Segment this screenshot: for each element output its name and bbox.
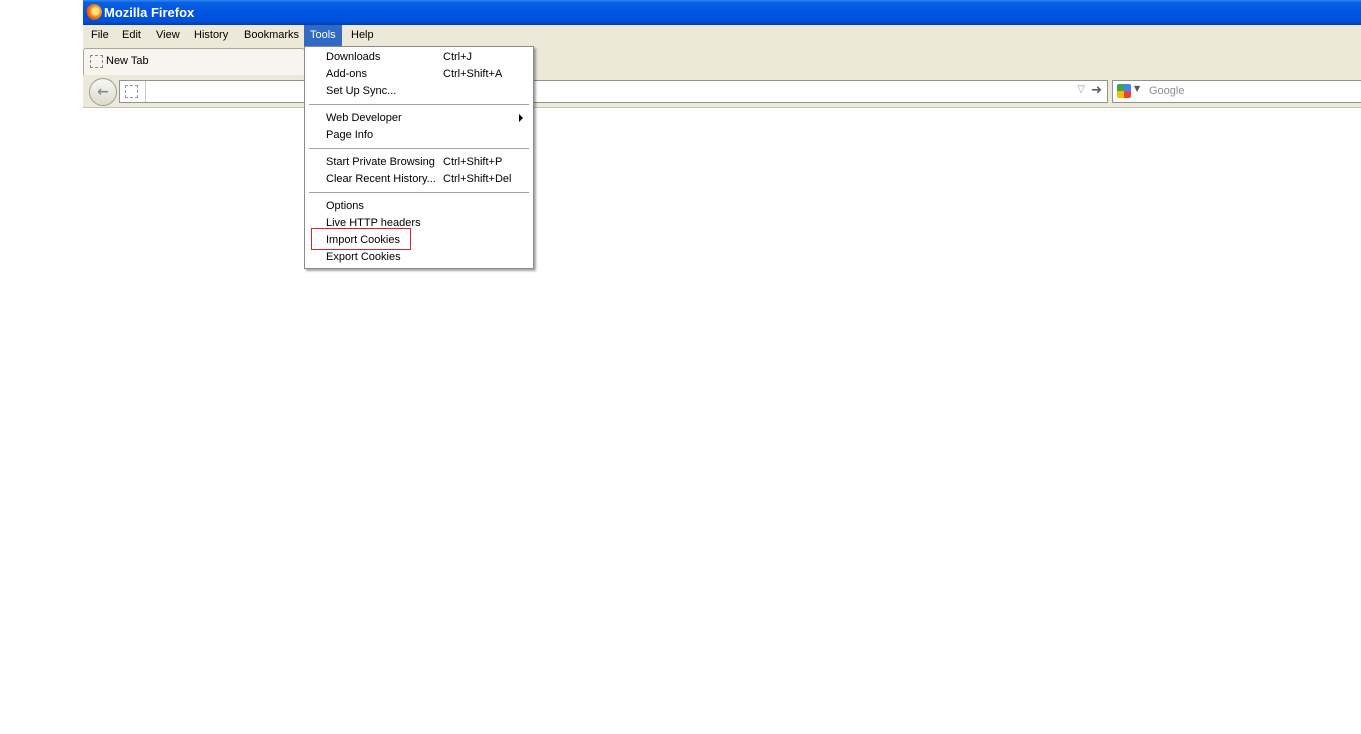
back-button[interactable]: ← bbox=[89, 78, 117, 106]
menu-item-label: Clear Recent History... bbox=[326, 173, 436, 185]
tab-strip: New Tab bbox=[83, 46, 1361, 76]
menu-item-import-cookies[interactable]: Import Cookies bbox=[305, 228, 533, 250]
window-title: Mozilla Firefox bbox=[104, 5, 195, 20]
menu-item-shortcut: Ctrl+Shift+P bbox=[443, 156, 503, 168]
back-arrow-icon: ← bbox=[97, 84, 109, 100]
menu-item-label: Web Developer bbox=[326, 112, 402, 124]
menu-edit[interactable]: Edit bbox=[116, 25, 147, 46]
search-placeholder: Google bbox=[1149, 85, 1185, 97]
menu-item-label: Options bbox=[326, 200, 364, 212]
menu-item-shortcut: Ctrl+Shift+A bbox=[443, 68, 503, 80]
search-bar[interactable]: ▼ Google bbox=[1112, 80, 1361, 103]
menu-item-shortcut: Ctrl+Shift+Del bbox=[443, 173, 512, 185]
menu-help[interactable]: Help bbox=[345, 25, 380, 46]
menu-tools[interactable]: Tools bbox=[304, 25, 342, 46]
menu-history[interactable]: History bbox=[188, 25, 234, 46]
title-bar: Mozilla Firefox bbox=[83, 0, 1361, 25]
menu-item-set-up-sync[interactable]: Set Up Sync... bbox=[305, 83, 533, 100]
url-separator bbox=[145, 81, 146, 102]
firefox-window: Mozilla Firefox File Edit View History B… bbox=[83, 0, 1361, 734]
menu-item-label: Export Cookies bbox=[326, 251, 401, 263]
menu-file[interactable]: File bbox=[85, 25, 115, 46]
menu-separator bbox=[309, 192, 529, 193]
menu-view[interactable]: View bbox=[150, 25, 186, 46]
menu-item-options[interactable]: Options bbox=[305, 198, 533, 215]
menu-item-web-developer[interactable]: Web Developer bbox=[305, 110, 533, 127]
tab-new-tab[interactable]: New Tab bbox=[83, 48, 305, 75]
menu-item-shortcut: Ctrl+J bbox=[443, 51, 473, 63]
menu-item-export-cookies[interactable]: Export Cookies bbox=[305, 249, 533, 266]
menu-item-add-ons[interactable]: Add-ons Ctrl+Shift+A bbox=[305, 66, 533, 83]
menu-item-label: Page Info bbox=[326, 129, 374, 141]
menu-item-start-private-browsing[interactable]: Start Private Browsing Ctrl+Shift+P bbox=[305, 154, 533, 171]
navigation-toolbar: ← ▽ ➜ ▼ Google bbox=[83, 75, 1361, 108]
menu-item-label: Downloads bbox=[326, 51, 381, 63]
page-icon bbox=[90, 55, 103, 68]
menu-item-label: Start Private Browsing bbox=[326, 156, 435, 168]
menu-bookmarks[interactable]: Bookmarks bbox=[238, 25, 305, 46]
site-identity-icon[interactable] bbox=[125, 85, 138, 98]
go-arrow-icon[interactable]: ➜ bbox=[1091, 83, 1102, 98]
tab-label: New Tab bbox=[106, 55, 149, 67]
tools-menu-dropdown: Downloads Ctrl+J Add-ons Ctrl+Shift+A Se… bbox=[304, 46, 534, 269]
submenu-arrow-icon bbox=[519, 114, 523, 122]
firefox-logo-icon bbox=[86, 4, 102, 20]
menu-item-clear-recent-history[interactable]: Clear Recent History... Ctrl+Shift+Del bbox=[305, 171, 533, 188]
dropdown-arrow-icon[interactable]: ▽ bbox=[1077, 84, 1085, 95]
search-engine-dropdown-icon[interactable]: ▼ bbox=[1134, 84, 1140, 93]
menu-bar: File Edit View History Bookmarks Tools H… bbox=[83, 25, 1361, 46]
url-bar[interactable]: ▽ ➜ bbox=[119, 80, 1108, 103]
menu-item-page-info[interactable]: Page Info bbox=[305, 127, 533, 144]
menu-separator bbox=[309, 148, 529, 149]
menu-item-label: Import Cookies bbox=[326, 234, 400, 246]
menu-item-label: Set Up Sync... bbox=[326, 85, 397, 97]
menu-item-label: Add-ons bbox=[326, 68, 367, 80]
menu-item-downloads[interactable]: Downloads Ctrl+J bbox=[305, 49, 533, 66]
menu-separator bbox=[309, 104, 529, 105]
google-icon[interactable] bbox=[1117, 84, 1131, 98]
